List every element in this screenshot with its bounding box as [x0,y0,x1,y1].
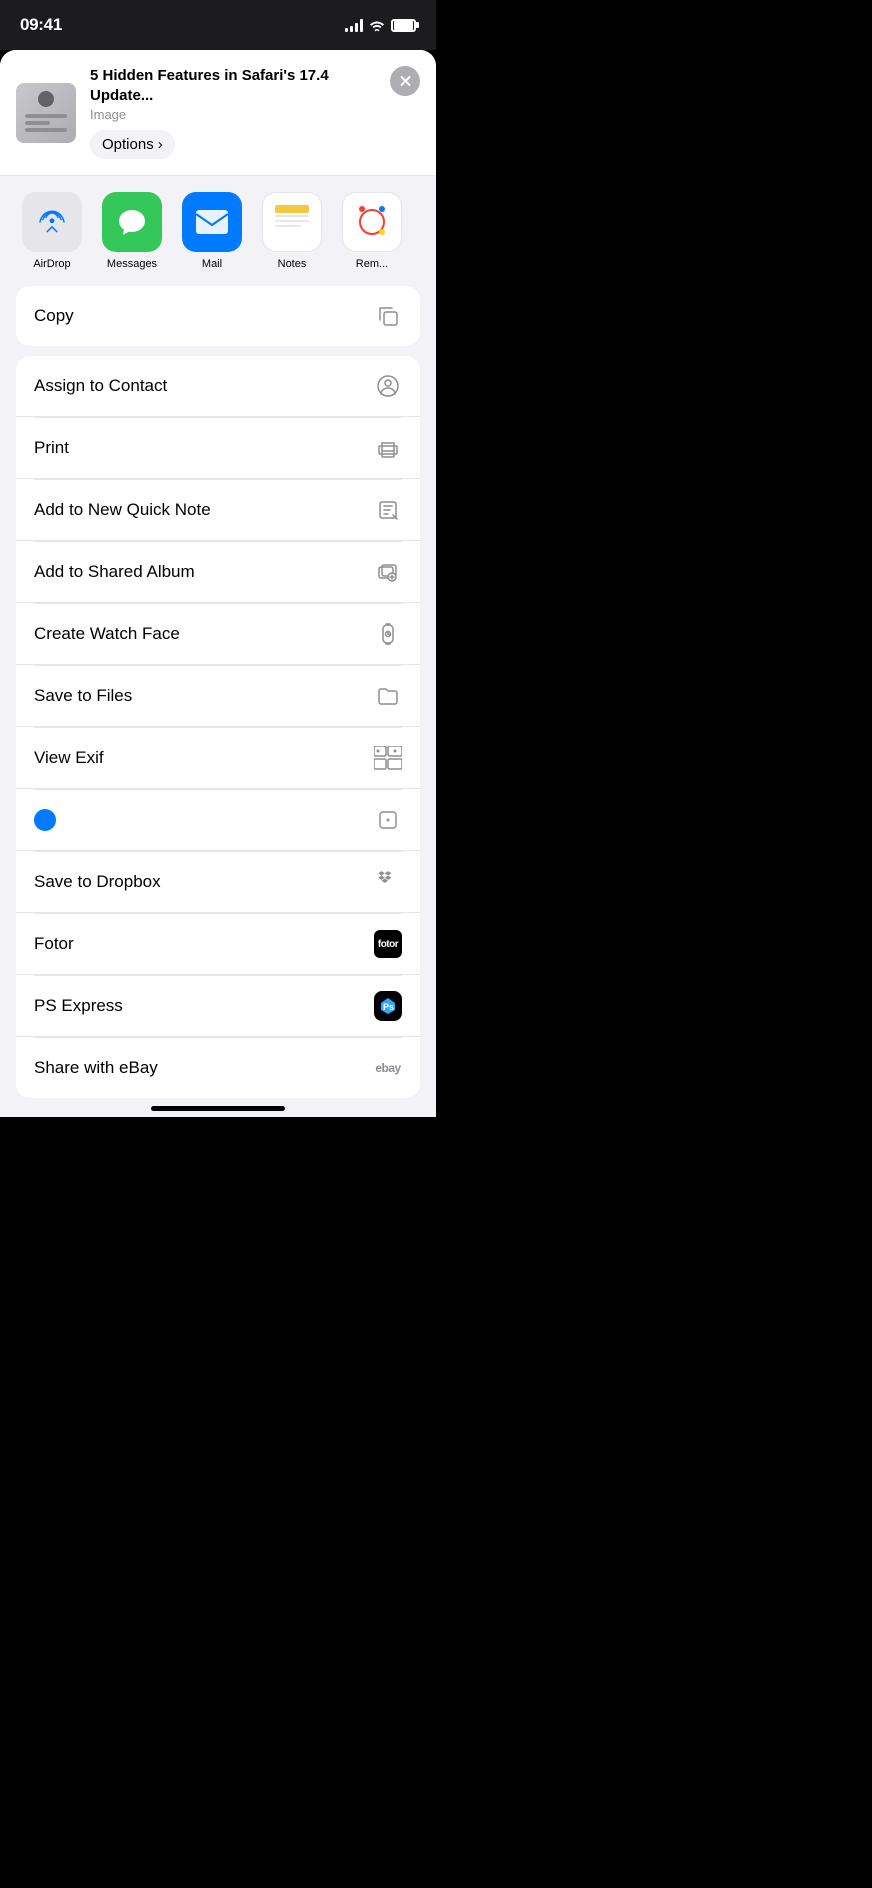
share-title: 5 Hidden Features in Safari's 17.4 Updat… [90,66,376,105]
unknown-blue-action[interactable] [16,790,420,851]
save-files-icon [374,682,402,710]
dropbox-label: Save to Dropbox [34,872,161,892]
notes-label: Notes [278,258,307,270]
app-item-mail[interactable]: Mail [176,192,248,270]
signal-icon [345,19,363,32]
ps-express-icon: Ps [374,992,402,1020]
save-files-label: Save to Files [34,686,132,706]
ebay-action[interactable]: Share with eBay ebay [16,1038,420,1098]
status-time: 09:41 [20,15,62,35]
wifi-icon [369,19,385,32]
print-label: Print [34,438,69,458]
watch-face-icon [374,620,402,648]
fotor-icon: fotor [374,930,402,958]
ebay-icon: ebay [374,1054,402,1082]
save-files-action[interactable]: Save to Files [16,666,420,727]
app-item-notes[interactable]: Notes [256,192,328,270]
watch-face-action[interactable]: Create Watch Face [16,604,420,665]
shared-album-icon [374,558,402,586]
copy-group: Copy [16,286,420,346]
copy-label: Copy [34,306,74,326]
unknown-blue-left [34,809,56,831]
fotor-action[interactable]: Fotor fotor [16,914,420,975]
print-action[interactable]: Print [16,418,420,479]
share-subtitle: Image [90,107,376,122]
fotor-icon-img: fotor [374,930,402,958]
airdrop-icon [22,192,82,252]
view-exif-label: View Exif [34,748,104,768]
messages-label: Messages [107,258,157,270]
main-actions-group: Assign to Contact Print [16,356,420,1098]
reminders-app-icon [342,192,402,252]
copy-icon [374,302,402,330]
actions-section: Copy Assign to Contact [0,286,436,1098]
quick-note-action[interactable]: Add to New Quick Note [16,480,420,541]
assign-contact-icon [374,372,402,400]
close-button[interactable] [390,66,420,96]
mail-app-icon [182,192,242,252]
app-item-messages[interactable]: Messages [96,192,168,270]
blue-dot-icon [34,809,56,831]
assign-contact-action[interactable]: Assign to Contact [16,356,420,417]
options-button[interactable]: Options › [90,130,175,159]
view-exif-icon [374,744,402,772]
status-icons [345,19,416,32]
quick-note-label: Add to New Quick Note [34,500,211,520]
ps-icon-img: Ps [374,991,402,1021]
airdrop-label: AirDrop [33,258,70,270]
share-thumbnail [16,83,76,143]
ebay-label: Share with eBay [34,1058,158,1078]
svg-text:Ps: Ps [383,1002,394,1012]
assign-contact-label: Assign to Contact [34,376,167,396]
share-title-area: 5 Hidden Features in Safari's 17.4 Updat… [90,66,376,159]
view-exif-action[interactable]: View Exif [16,728,420,789]
fotor-label: Fotor [34,934,74,954]
battery-icon [391,19,416,32]
share-sheet: 5 Hidden Features in Safari's 17.4 Updat… [0,50,436,1117]
reminders-label: Rem... [356,258,388,270]
apps-section: AirDrop Messages [0,176,436,286]
ps-express-label: PS Express [34,996,123,1016]
apps-scroll: AirDrop Messages [0,192,436,270]
quick-note-icon [374,496,402,524]
notes-app-icon [262,192,322,252]
ps-express-action[interactable]: PS Express Ps [16,976,420,1037]
mail-label: Mail [202,258,222,270]
watch-face-label: Create Watch Face [34,624,180,644]
ebay-text-icon: ebay [375,1061,400,1075]
print-icon [374,434,402,462]
share-header: 5 Hidden Features in Safari's 17.4 Updat… [0,50,436,176]
messages-app-icon [102,192,162,252]
app-item-airdrop[interactable]: AirDrop [16,192,88,270]
shared-album-action[interactable]: Add to Shared Album [16,542,420,603]
home-indicator [0,1098,436,1117]
dropbox-icon [374,868,402,896]
home-bar [151,1106,285,1111]
shared-album-label: Add to Shared Album [34,562,195,582]
dropbox-action[interactable]: Save to Dropbox [16,852,420,913]
copy-action[interactable]: Copy [16,286,420,346]
unknown-icon [374,806,402,834]
status-bar: 09:41 [0,0,436,50]
app-item-reminders[interactable]: Rem... [336,192,408,270]
